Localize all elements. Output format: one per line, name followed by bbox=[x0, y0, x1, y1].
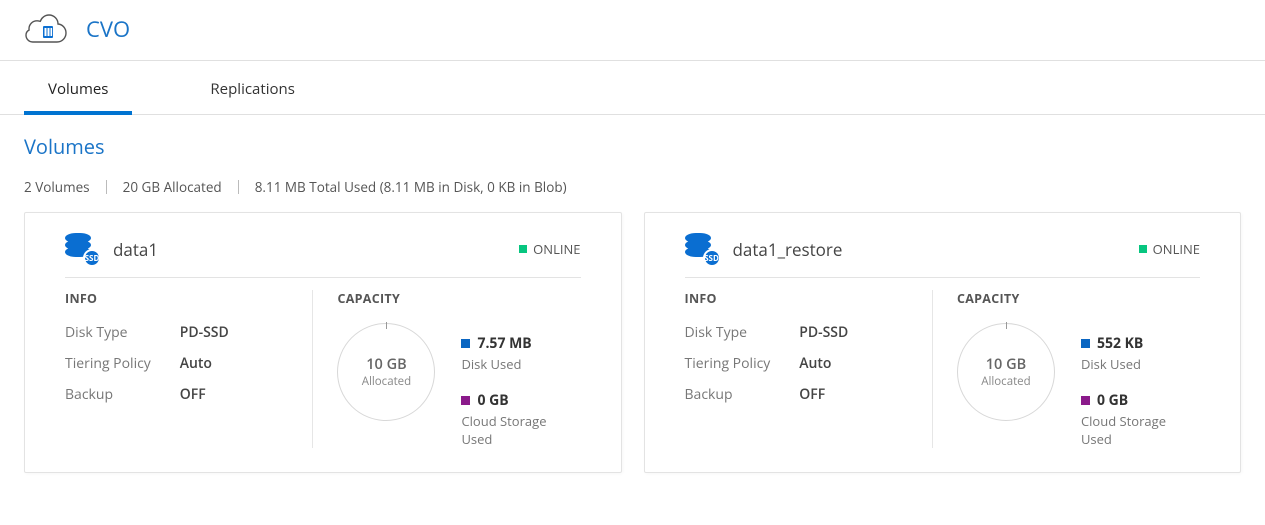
volume-card[interactable]: SSD data1 ONLINE INFO Disk Type PD-SSD T… bbox=[24, 212, 622, 473]
status-label: ONLINE bbox=[533, 240, 580, 258]
disk-used-value: 552 KB bbox=[1097, 334, 1143, 353]
label-backup: Backup bbox=[685, 385, 800, 404]
value-disk-type: PD-SSD bbox=[180, 323, 229, 342]
cloud-used-value: 0 GB bbox=[477, 391, 508, 410]
legend-purple-icon bbox=[1081, 396, 1090, 405]
value-disk-type: PD-SSD bbox=[799, 323, 848, 342]
legend-blue-icon bbox=[1081, 339, 1090, 348]
tab-volumes[interactable]: Volumes bbox=[24, 65, 132, 115]
stat-allocated: 20 GB Allocated bbox=[123, 178, 222, 196]
capacity-gauge: 10 GB Allocated bbox=[957, 323, 1055, 421]
cloud-db-icon bbox=[24, 12, 68, 46]
label-disk-type: Disk Type bbox=[685, 323, 800, 342]
cloud-used-value: 0 GB bbox=[1097, 391, 1128, 410]
volume-ssd-icon: SSD bbox=[65, 233, 99, 265]
volume-status: ONLINE bbox=[519, 240, 580, 258]
capacity-gauge: 10 GB Allocated bbox=[337, 323, 435, 421]
summary-stats: 2 Volumes 20 GB Allocated 8.11 MB Total … bbox=[0, 164, 1265, 212]
metric-disk-used: 552 KB Disk Used bbox=[1081, 334, 1200, 373]
volume-card[interactable]: SSD data1_restore ONLINE INFO Disk Type … bbox=[644, 212, 1242, 473]
stat-total-used: 8.11 MB Total Used (8.11 MB in Disk, 0 K… bbox=[255, 178, 567, 196]
legend-purple-icon bbox=[461, 396, 470, 405]
section-heading: Volumes bbox=[0, 115, 1265, 164]
divider bbox=[238, 180, 239, 194]
label-backup: Backup bbox=[65, 385, 180, 404]
info-heading: INFO bbox=[685, 290, 914, 307]
gauge-label: Allocated bbox=[362, 374, 412, 389]
info-heading: INFO bbox=[65, 290, 294, 307]
metric-cloud-used: 0 GB Cloud Storage Used bbox=[461, 391, 580, 448]
value-backup: OFF bbox=[799, 385, 825, 404]
disk-used-value: 7.57 MB bbox=[477, 334, 531, 353]
disk-used-label: Disk Used bbox=[461, 355, 580, 373]
status-label: ONLINE bbox=[1153, 240, 1200, 258]
volume-card-header: SSD data1_restore ONLINE bbox=[685, 233, 1201, 278]
volume-status: ONLINE bbox=[1139, 240, 1200, 258]
gauge-label: Allocated bbox=[981, 374, 1031, 389]
disk-used-label: Disk Used bbox=[1081, 355, 1200, 373]
capacity-heading: CAPACITY bbox=[957, 290, 1055, 307]
volume-ssd-icon: SSD bbox=[685, 233, 719, 265]
volume-name: data1_restore bbox=[733, 238, 843, 261]
value-tiering-policy: Auto bbox=[180, 354, 212, 373]
tab-replications[interactable]: Replications bbox=[186, 65, 318, 115]
metric-cloud-used: 0 GB Cloud Storage Used bbox=[1081, 391, 1200, 448]
label-tiering-policy: Tiering Policy bbox=[65, 354, 180, 373]
page-title: CVO bbox=[86, 14, 130, 44]
metric-disk-used: 7.57 MB Disk Used bbox=[461, 334, 580, 373]
divider bbox=[106, 180, 107, 194]
gauge-value: 10 GB bbox=[986, 355, 1026, 374]
cloud-used-label: Cloud Storage Used bbox=[1081, 412, 1200, 448]
tab-bar: Volumes Replications bbox=[0, 65, 1265, 115]
volume-card-header: SSD data1 ONLINE bbox=[65, 233, 581, 278]
gauge-value: 10 GB bbox=[366, 355, 406, 374]
stat-volume-count: 2 Volumes bbox=[24, 178, 90, 196]
label-disk-type: Disk Type bbox=[65, 323, 180, 342]
value-backup: OFF bbox=[180, 385, 206, 404]
label-tiering-policy: Tiering Policy bbox=[685, 354, 800, 373]
volume-card-list: SSD data1 ONLINE INFO Disk Type PD-SSD T… bbox=[0, 212, 1265, 473]
value-tiering-policy: Auto bbox=[799, 354, 831, 373]
status-online-icon bbox=[519, 245, 527, 253]
cloud-used-label: Cloud Storage Used bbox=[461, 412, 580, 448]
page-header: CVO bbox=[0, 0, 1265, 61]
volume-name: data1 bbox=[113, 238, 158, 261]
legend-blue-icon bbox=[461, 339, 470, 348]
status-online-icon bbox=[1139, 245, 1147, 253]
capacity-heading: CAPACITY bbox=[337, 290, 435, 307]
